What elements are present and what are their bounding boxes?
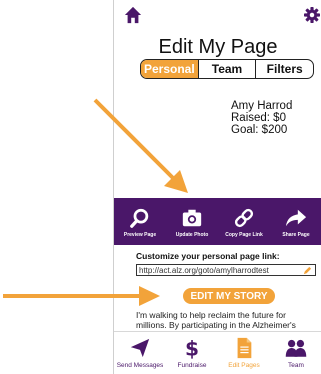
dollar-icon: $ xyxy=(185,337,199,359)
page-link-value: http://act.alz.org/goto/amylharrodtest xyxy=(139,266,269,275)
svg-text:$: $ xyxy=(185,337,199,359)
pencil-icon[interactable] xyxy=(303,266,312,275)
link-icon xyxy=(234,208,254,228)
app-screen: Edit My Page Personal Team Filters Amy H… xyxy=(113,0,321,374)
nav-send-messages-label: Send Messages xyxy=(116,362,164,369)
profile-name: Amy Harrod xyxy=(231,100,293,112)
page-link-field[interactable]: http://act.alz.org/goto/amylharrodtest xyxy=(136,264,316,276)
document-icon xyxy=(237,337,252,359)
page-title: Edit My Page xyxy=(158,36,278,58)
nav-fundraise-label: Fundraise xyxy=(177,362,207,369)
nav-edit-pages[interactable]: Edit Pages xyxy=(218,332,270,374)
tab-team[interactable]: Team xyxy=(197,60,256,78)
team-icon xyxy=(285,339,307,357)
update-photo-button[interactable]: Update Photo xyxy=(166,198,218,245)
copy-page-link-button[interactable]: Copy Page Link xyxy=(218,198,270,245)
action-bar: Preview Page Update Photo Copy Page Link xyxy=(114,198,321,245)
share-page-label: Share Page xyxy=(282,232,310,238)
preview-page-button[interactable]: Preview Page xyxy=(114,198,166,245)
customize-link-label: Customize your personal page link: xyxy=(136,251,280,261)
camera-icon xyxy=(182,209,202,227)
share-icon xyxy=(285,209,307,227)
search-icon xyxy=(130,208,149,228)
story-text: I'm walking to help reclaim the future f… xyxy=(136,310,296,330)
profile-summary: Amy Harrod Raised: $0 Goal: $200 xyxy=(231,100,292,136)
gear-icon[interactable] xyxy=(304,7,320,23)
tab-filters[interactable]: Filters xyxy=(255,60,313,78)
goal-amount: Goal: $200 xyxy=(231,124,288,136)
update-photo-label: Update Photo xyxy=(175,232,209,238)
tab-bar: Personal Team Filters xyxy=(140,59,314,79)
home-icon[interactable] xyxy=(124,6,142,24)
nav-team-label: Team xyxy=(288,362,304,369)
copy-page-link-label: Copy Page Link xyxy=(225,232,263,238)
raised-amount: Raised: $0 xyxy=(231,112,286,124)
bottom-nav: Send Messages $ Fundraise Edit Pages Tea… xyxy=(114,331,321,374)
edit-my-story-button[interactable]: EDIT MY STORY xyxy=(183,288,275,304)
nav-edit-pages-label: Edit Pages xyxy=(228,362,260,369)
send-icon xyxy=(130,338,150,358)
nav-send-messages[interactable]: Send Messages xyxy=(114,332,166,374)
nav-team[interactable]: Team xyxy=(270,332,321,374)
tab-personal[interactable]: Personal xyxy=(141,60,198,78)
preview-page-label: Preview Page xyxy=(123,232,157,238)
top-bar xyxy=(114,0,321,30)
nav-fundraise[interactable]: $ Fundraise xyxy=(166,332,218,374)
share-page-button[interactable]: Share Page xyxy=(270,198,321,245)
